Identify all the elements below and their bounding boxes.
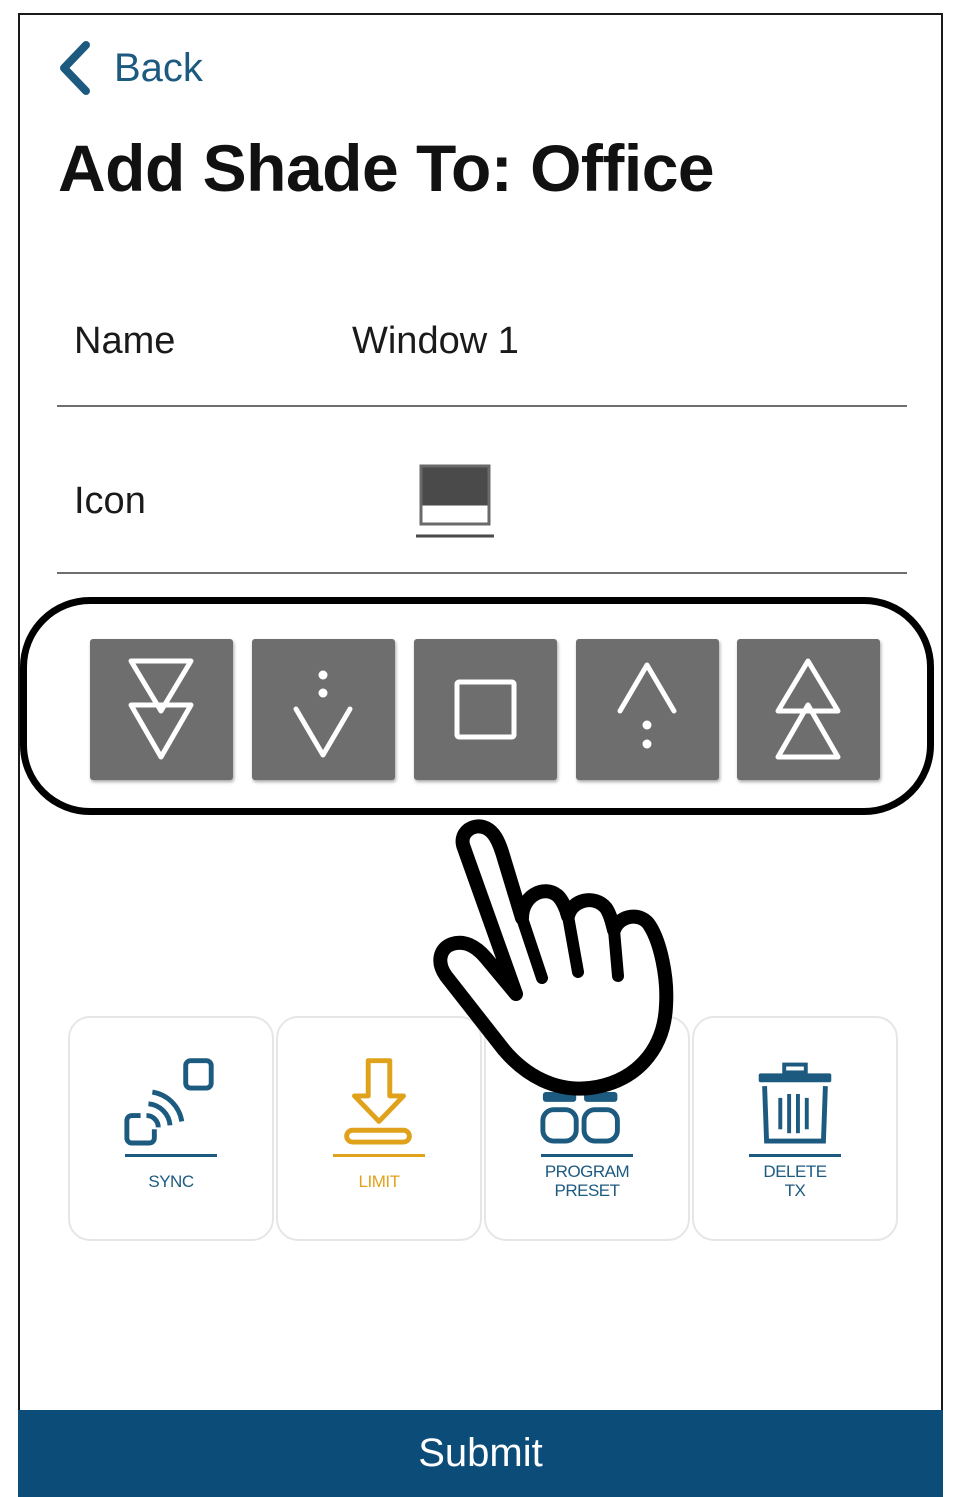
limit-icon	[344, 1058, 412, 1145]
sync-icon	[124, 1058, 214, 1146]
stop-button[interactable]	[414, 639, 557, 780]
delete-tx-label: DELETE TX	[692, 1162, 898, 1200]
program-preset-label-line1: PROGRAM	[544, 1162, 630, 1181]
program-preset-tile[interactable]	[484, 1016, 690, 1241]
shade-icon	[416, 464, 494, 538]
delete-tx-underline	[749, 1154, 841, 1157]
full-down-button[interactable]	[90, 639, 233, 780]
name-divider	[57, 405, 907, 407]
program-preset-label: PROGRAM PRESET	[484, 1162, 690, 1200]
sync-underline	[125, 1154, 217, 1157]
delete-tx-label-line2: TX	[784, 1181, 806, 1200]
icon-label: Icon	[74, 480, 146, 522]
step-down-button[interactable]	[252, 639, 395, 780]
program-preset-label-line2: PRESET	[554, 1181, 620, 1200]
name-label: Name	[74, 320, 176, 362]
delete-tx-tile[interactable]	[692, 1016, 898, 1241]
limit-tile[interactable]	[276, 1016, 482, 1241]
dotted-up-arrow-icon	[617, 662, 677, 749]
submit-button[interactable]: Submit	[18, 1410, 943, 1497]
back-label: Back	[114, 45, 203, 90]
page-title: Add Shade To: Office	[58, 131, 715, 205]
name-field[interactable]: Window 1	[352, 320, 519, 363]
shade-icon-selector[interactable]	[416, 463, 494, 541]
full-up-button[interactable]	[737, 639, 880, 780]
delete-tx-label-line1: DELETE	[763, 1162, 827, 1181]
double-down-triangle-icon	[128, 658, 194, 760]
step-up-button[interactable]	[576, 639, 719, 780]
program-preset-underline	[541, 1154, 633, 1157]
dotted-down-arrow-icon	[293, 670, 353, 758]
back-button[interactable]: Back	[58, 40, 203, 96]
limit-underline	[333, 1154, 425, 1157]
sync-label: SYNC	[148, 1172, 194, 1191]
limit-label: LIMIT	[358, 1172, 400, 1191]
sync-tile[interactable]	[68, 1016, 274, 1241]
icon-divider	[57, 572, 907, 574]
chevron-left-icon	[60, 41, 90, 95]
stop-square-icon	[454, 679, 517, 740]
program-preset-icon	[540, 1092, 620, 1144]
trash-icon	[758, 1062, 832, 1144]
double-up-triangle-icon	[775, 658, 841, 760]
